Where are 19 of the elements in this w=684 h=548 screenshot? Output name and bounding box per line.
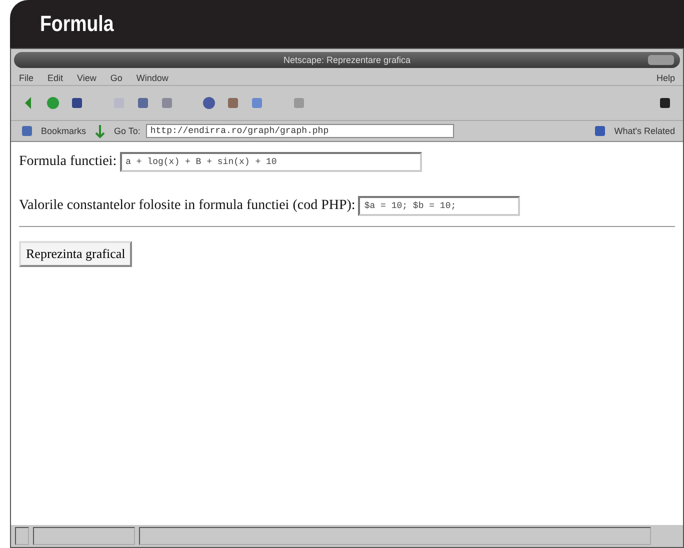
bookmarks-button[interactable]: Bookmarks xyxy=(41,126,86,136)
menu-item[interactable]: Go xyxy=(110,73,122,83)
menu-item[interactable]: Edit xyxy=(48,73,64,83)
submit-button[interactable]: Reprezinta grafical xyxy=(19,241,132,267)
whats-related-button[interactable]: What's Related xyxy=(614,126,675,136)
window-title: Netscape: Reprezentare grafica xyxy=(283,55,411,65)
window-controls-icon[interactable] xyxy=(648,55,674,65)
input-field[interactable]: a + log(x) + B + sin(x) + 10 xyxy=(120,152,422,172)
menu-item[interactable]: View xyxy=(77,73,96,83)
go-to-label: Go To: xyxy=(114,126,140,136)
status-icon xyxy=(15,527,29,545)
header-title: Formula xyxy=(40,11,114,37)
input-field[interactable]: $a = 10; $b = 10; xyxy=(358,196,520,216)
menu-item[interactable]: Help xyxy=(656,73,675,83)
field-label: Valorile constantelor folosite in formula functiei (cod PHP): xyxy=(19,198,356,214)
menu-item[interactable]: Window xyxy=(136,73,168,83)
field-label: Formula functiei: xyxy=(19,154,117,170)
url-field[interactable]: http://endirra.ro/graph/graph.php xyxy=(146,124,454,138)
menu-item[interactable]: File xyxy=(19,73,34,83)
